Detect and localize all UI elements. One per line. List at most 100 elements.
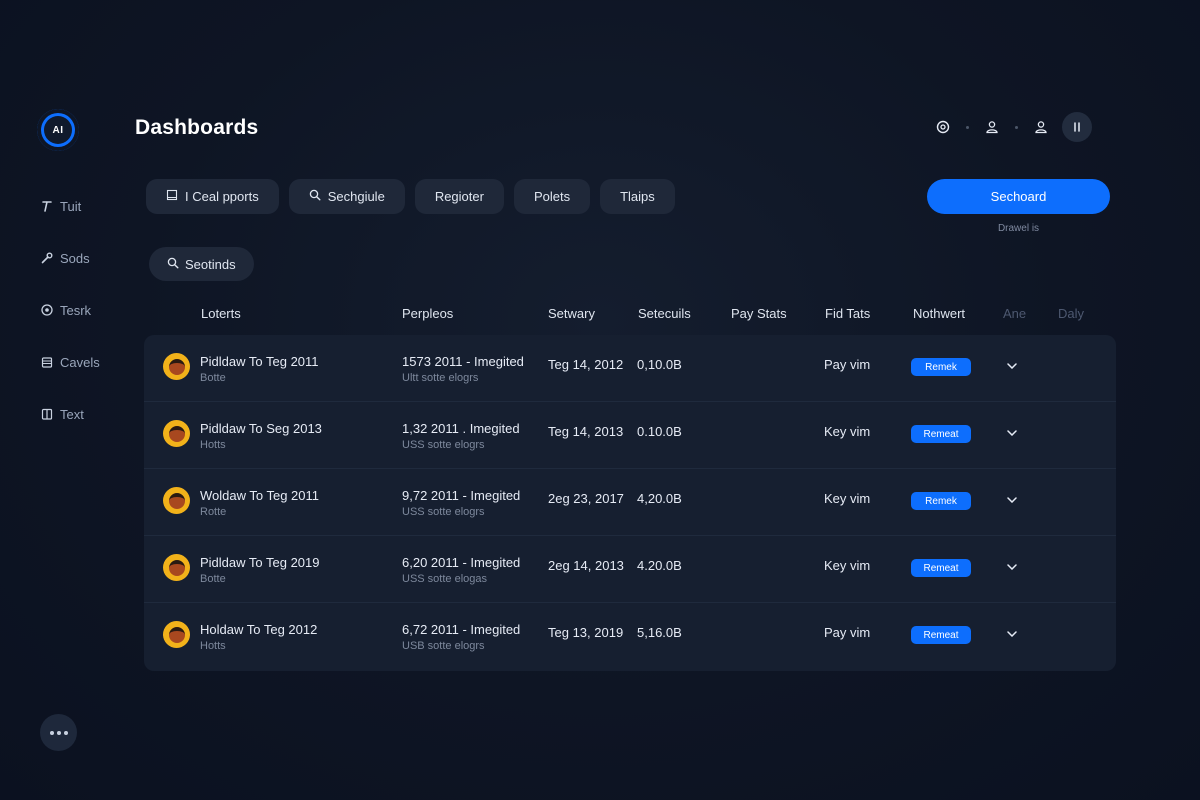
- primary-caption: Drawel is: [997, 223, 1040, 234]
- dot-icon: [49, 730, 54, 735]
- row-pay: Pay vim: [824, 357, 871, 372]
- chevron-down-icon[interactable]: [1004, 626, 1020, 642]
- filter-register[interactable]: Regioter: [414, 179, 504, 214]
- more-options-button[interactable]: [40, 714, 77, 751]
- column-header[interactable]: Perpleos: [402, 306, 453, 321]
- row-detail: 1,32 2011 . Imegited: [402, 421, 520, 436]
- chevron-down-icon[interactable]: [1004, 358, 1020, 374]
- filter-ideal-reports[interactable]: I Ceal pports: [146, 179, 279, 214]
- column-header[interactable]: Daly: [1058, 306, 1084, 321]
- row-amount: 4,20.0B: [637, 491, 682, 506]
- row-detail: 6,72 2011 - Imegited: [402, 622, 521, 637]
- sidebar-item-tuit[interactable]: Tuit: [40, 195, 100, 217]
- chevron-down-icon[interactable]: [1004, 559, 1020, 575]
- table-row[interactable]: Pidldaw To Teg 2011 Botte 1573 2011 - Im…: [144, 335, 1116, 402]
- book-icon: [40, 407, 54, 421]
- row-subtitle: Botte: [200, 573, 226, 585]
- app-logo[interactable]: AI: [37, 109, 79, 151]
- status-badge[interactable]: Remeat: [911, 626, 971, 644]
- row-pay: Key vim: [824, 491, 871, 506]
- status-badge[interactable]: Remek: [911, 358, 971, 376]
- chevron-down-icon[interactable]: [1004, 425, 1020, 441]
- filter-label: Tlaips: [620, 189, 655, 204]
- settings-circle-icon[interactable]: [928, 112, 958, 142]
- search-settings-chip[interactable]: Seotinds: [149, 247, 254, 281]
- sidebar-item-tesrk[interactable]: Tesrk: [40, 299, 100, 321]
- row-name: Woldaw To Teg 2011: [200, 488, 320, 503]
- column-header[interactable]: Ane: [1003, 306, 1026, 321]
- table-row[interactable]: Pidldaw To Teg 2019 Botte 6,20 2011 - Im…: [144, 536, 1116, 603]
- sidebar-item-cavels[interactable]: Cavels: [40, 351, 100, 373]
- report-icon: [166, 189, 178, 204]
- row-date: 2eg 14, 2013: [548, 558, 624, 573]
- row-date: Teg 13, 2019: [548, 625, 624, 640]
- column-header[interactable]: Setwary: [548, 306, 595, 321]
- separator-dot: [966, 125, 969, 129]
- sidebar-item-text[interactable]: Text: [40, 403, 100, 425]
- status-badge[interactable]: Remeat: [911, 425, 971, 443]
- table-row[interactable]: Pidldaw To Seg 2013 Hotts 1,32 2011 . Im…: [144, 402, 1116, 469]
- person-icon: [168, 425, 185, 442]
- primary-action-button[interactable]: Sechoard: [927, 179, 1110, 214]
- text-t-icon: [40, 199, 54, 213]
- row-name: Pidldaw To Teg 2011: [200, 354, 319, 369]
- page-title: Dashboards: [135, 116, 259, 139]
- row-detail-sub: USB sotte elogrs: [402, 640, 485, 652]
- filter-tlaips[interactable]: Tlaips: [600, 179, 675, 214]
- avatar: [163, 554, 190, 581]
- status-badge[interactable]: Remeat: [911, 559, 971, 577]
- row-amount: 0.10.0B: [637, 424, 682, 439]
- filter-label: Polets: [533, 189, 571, 204]
- user-icon[interactable]: [1026, 112, 1056, 142]
- row-subtitle: Hotts: [200, 439, 226, 451]
- chevron-down-icon[interactable]: [1004, 492, 1020, 508]
- filter-label: Sechgiule: [327, 189, 385, 204]
- filter-label: I Ceal pports: [185, 189, 259, 204]
- table-row[interactable]: Holdaw To Teg 2012 Hotts 6,72 2011 - Ime…: [144, 603, 1116, 670]
- row-name: Pidldaw To Seg 2013: [200, 421, 322, 436]
- avatar: [163, 420, 190, 447]
- row-detail: 6,20 2011 - Imegited: [402, 555, 521, 570]
- user-icon[interactable]: [977, 112, 1007, 142]
- row-amount: 5,16.0B: [637, 625, 682, 640]
- column-header[interactable]: Setecuils: [638, 306, 691, 321]
- sidebar: Tuit Sods Tesrk Cavels Text: [40, 195, 100, 455]
- row-pay: Key vim: [824, 558, 871, 573]
- row-pay: Key vim: [824, 424, 871, 439]
- pause-icon[interactable]: [1062, 112, 1092, 142]
- row-name: Holdaw To Teg 2012: [200, 622, 318, 637]
- row-date: 2eg 23, 2017: [548, 491, 624, 506]
- row-name: Pidldaw To Teg 2019: [200, 555, 320, 570]
- person-icon: [168, 559, 185, 576]
- filter-label: Regioter: [434, 189, 484, 204]
- sidebar-item-sods[interactable]: Sods: [40, 247, 100, 269]
- row-detail-sub: Ultt sotte elogrs: [402, 372, 479, 384]
- column-header[interactable]: Pay Stats: [731, 306, 787, 321]
- sidebar-item-label: Tuit: [60, 198, 82, 214]
- calendar-icon: [40, 355, 54, 369]
- row-subtitle: Hotts: [200, 640, 226, 652]
- filter-bar: I Ceal pports Sechgiule Regioter Polets …: [146, 179, 675, 214]
- row-pay: Pay vim: [824, 625, 871, 640]
- column-header[interactable]: Fid Tats: [825, 306, 870, 321]
- person-icon: [168, 358, 185, 375]
- dot-icon: [56, 730, 61, 735]
- filter-schedule[interactable]: Sechgiule: [288, 179, 405, 214]
- row-date: Teg 14, 2013: [548, 424, 624, 439]
- search-icon: [309, 189, 321, 204]
- sidebar-item-label: Text: [60, 406, 84, 422]
- column-header[interactable]: Nothwert: [913, 306, 965, 321]
- table-row[interactable]: Woldaw To Teg 2011 Rotte 9,72 2011 - Ime…: [144, 469, 1116, 536]
- column-header[interactable]: Loterts: [201, 306, 241, 321]
- wrench-icon: [40, 251, 54, 265]
- row-detail: 1573 2011 - Imegited: [402, 354, 524, 369]
- status-badge[interactable]: Remek: [911, 492, 971, 510]
- row-detail-sub: USS sotte elogas: [402, 573, 487, 585]
- person-icon: [168, 626, 185, 643]
- row-amount: 0,10.0B: [637, 357, 682, 372]
- row-amount: 4.20.0B: [637, 558, 682, 573]
- sidebar-item-label: Sods: [60, 250, 90, 266]
- filter-polets[interactable]: Polets: [513, 179, 591, 214]
- avatar: [163, 621, 190, 648]
- avatar: [163, 487, 190, 514]
